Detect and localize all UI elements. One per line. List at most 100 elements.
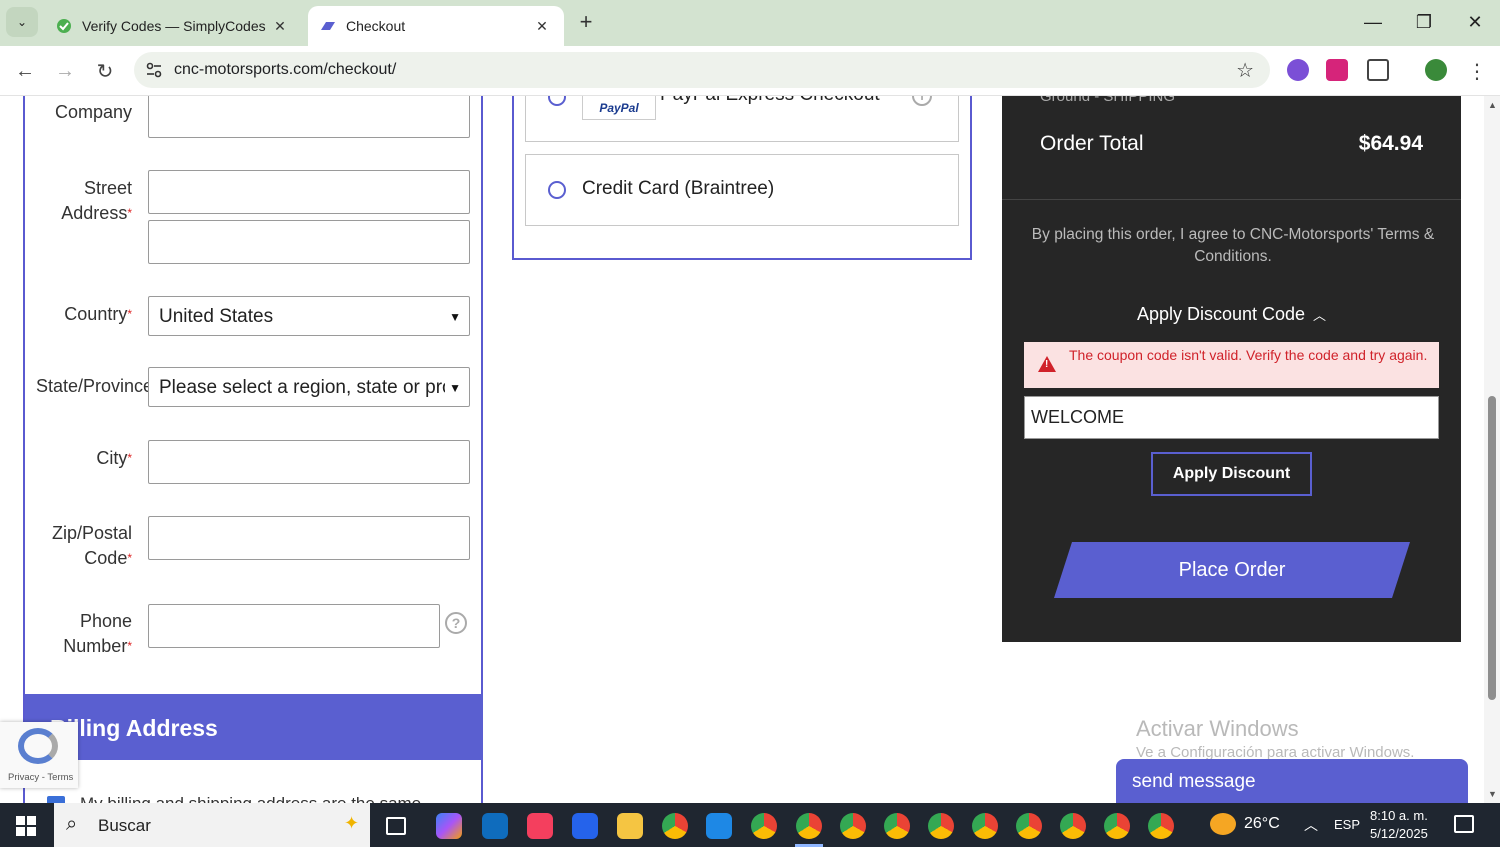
tab-verify-codes[interactable]: Verify Codes — SimplyCodes ✕	[44, 6, 302, 46]
discount-toggle[interactable]: Apply Discount Code ︿	[1002, 304, 1461, 325]
recaptcha-icon	[18, 728, 58, 764]
close-tab-icon[interactable]: ✕	[532, 18, 552, 35]
weather-sun-icon	[1210, 813, 1236, 835]
tab-title: Checkout	[346, 18, 406, 34]
country-select[interactable]: United States ▼	[148, 296, 470, 336]
search-icon: ⌕	[66, 813, 78, 835]
clock-date: 5/12/2025	[1370, 826, 1428, 841]
chrome-profile-e-icon[interactable]	[928, 813, 954, 839]
city-input[interactable]	[148, 440, 470, 484]
copilot-sparkle-icon: ✦	[344, 813, 360, 833]
show-hidden-icons-chevron-icon[interactable]: ︿	[1304, 815, 1318, 835]
chrome-profile-s2-icon[interactable]	[1104, 813, 1130, 839]
close-window-button[interactable]: ✕	[1460, 8, 1490, 36]
scrollbar-thumb[interactable]	[1488, 396, 1496, 700]
shipping-method: Ground - SHIPPING	[1040, 96, 1176, 105]
windows-activation-watermark: Activar Windows Ve a Configuración para …	[1136, 716, 1414, 761]
extension-shield-icon[interactable]	[1326, 59, 1348, 81]
same-address-checkbox[interactable]	[47, 796, 65, 803]
address-bar[interactable]: cnc-motorsports.com/checkout/ ☆	[134, 52, 1270, 88]
input-language[interactable]: ESP	[1334, 817, 1360, 832]
vscode-app-icon[interactable]	[706, 813, 732, 839]
chrome-profile-d-icon[interactable]	[1148, 813, 1174, 839]
order-total-value: $64.94	[1358, 132, 1423, 155]
zip-label: Zip/Postal Code*	[51, 523, 132, 568]
tab-strip: ⌄ Verify Codes — SimplyCodes ✕ Checkout …	[0, 0, 1500, 46]
company-input[interactable]	[148, 96, 470, 138]
extension-purple-icon[interactable]	[1287, 59, 1309, 81]
windows-taskbar: ⌕ Buscar ✦ 26°C ︿ ESP 8:10 a. m. 5/12/20…	[0, 803, 1500, 847]
bookmark-star-icon[interactable]: ☆	[1236, 58, 1254, 83]
credit-card-radio[interactable]	[548, 181, 566, 199]
phone-input[interactable]	[148, 604, 440, 648]
apply-discount-button[interactable]: Apply Discount	[1151, 452, 1312, 496]
checkout-page: Company Street Address* Country* United S…	[0, 96, 1500, 803]
chrome-app-icon[interactable]	[662, 813, 688, 839]
close-tab-icon[interactable]: ✕	[270, 18, 290, 35]
scroll-down-arrow-icon[interactable]: ▼	[1488, 789, 1497, 799]
copilot-app-icon[interactable]	[436, 813, 462, 839]
system-clock[interactable]: 8:10 a. m. 5/12/2025	[1370, 807, 1428, 843]
task-view-icon[interactable]	[386, 817, 406, 835]
notifications-icon[interactable]	[1454, 815, 1474, 833]
country-label: Country*	[64, 304, 132, 324]
recaptcha-badge[interactable]: Privacy - Terms	[0, 722, 78, 788]
tab-checkout[interactable]: Checkout ✕	[308, 6, 564, 46]
chrome-profile-c-icon[interactable]	[840, 813, 866, 839]
order-summary-panel: Ground - SHIPPING Order Total $64.94 By …	[1002, 96, 1461, 642]
back-button[interactable]: ←	[10, 56, 40, 86]
recaptcha-links[interactable]: Privacy - Terms	[8, 772, 73, 783]
weather-widget[interactable]: 26°C	[1210, 813, 1280, 835]
tab-search-button[interactable]: ⌄	[6, 7, 38, 37]
error-text: The coupon code isn't valid. Verify the …	[1069, 347, 1428, 363]
cnc-favicon-icon	[321, 22, 335, 30]
reload-button[interactable]: ↻	[90, 56, 120, 86]
phone-label: Phone Number*	[63, 611, 132, 656]
new-tab-button[interactable]: +	[574, 10, 598, 34]
search-placeholder: Buscar	[98, 816, 151, 835]
windows-start-icon[interactable]	[16, 816, 36, 836]
clock-time: 8:10 a. m.	[1370, 808, 1428, 823]
watermark-title: Activar Windows	[1136, 716, 1299, 741]
zip-input[interactable]	[148, 516, 470, 560]
extensions-puzzle-icon[interactable]	[1367, 59, 1389, 81]
street-address-line1-input[interactable]	[148, 170, 470, 214]
tab-title: Verify Codes — SimplyCodes	[82, 18, 266, 34]
temperature: 26°C	[1244, 815, 1280, 832]
simplycodes-favicon-icon	[57, 19, 71, 33]
taskbar-search-box[interactable]: ⌕ Buscar ✦	[54, 803, 370, 847]
state-label: State/Province	[36, 376, 150, 396]
browser-toolbar: ← → ↻ cnc-motorsports.com/checkout/ ☆ ⋮	[0, 46, 1500, 96]
state-select[interactable]: Please select a region, state or provinc…	[148, 367, 470, 407]
place-order-button[interactable]: Place Order	[1054, 542, 1410, 598]
help-question-icon[interactable]: ?	[445, 612, 467, 634]
chrome-profile-r-icon[interactable]	[972, 813, 998, 839]
same-address-label: My billing and shipping address are the …	[80, 794, 421, 803]
street-address-line2-input[interactable]	[148, 220, 470, 264]
chrome-profile-r2-icon[interactable]	[1060, 813, 1086, 839]
paypal-label: PayPal Express Checkout	[660, 96, 880, 106]
coupon-code-input[interactable]: WELCOME	[1024, 396, 1439, 439]
site-settings-icon[interactable]	[144, 60, 164, 80]
credit-card-label: Credit Card (Braintree)	[582, 178, 775, 199]
outlook-app-icon[interactable]	[482, 813, 508, 839]
chrome-profile-i-icon[interactable]	[1016, 813, 1042, 839]
music-app-icon[interactable]	[527, 813, 553, 839]
store-app-icon[interactable]	[572, 813, 598, 839]
browser-menu-icon[interactable]: ⋮	[1462, 56, 1492, 86]
page-scrollbar[interactable]: ▲ ▼	[1484, 96, 1500, 803]
restore-button[interactable]: ❐	[1409, 8, 1439, 36]
city-label: City*	[96, 448, 132, 468]
file-explorer-icon[interactable]	[617, 813, 643, 839]
chrome-profile-n-icon[interactable]	[796, 813, 822, 839]
profile-avatar[interactable]	[1425, 59, 1447, 81]
url-text: cnc-motorsports.com/checkout/	[174, 61, 397, 78]
scroll-up-arrow-icon[interactable]: ▲	[1488, 100, 1497, 110]
send-message-chat-button[interactable]: send message	[1116, 759, 1468, 803]
forward-button[interactable]: →	[50, 56, 80, 86]
paypal-logo: PayPal	[582, 96, 656, 120]
minimize-button[interactable]: —	[1358, 8, 1388, 36]
company-label: Company	[54, 102, 132, 122]
chrome-profile-m-icon[interactable]	[884, 813, 910, 839]
chrome-profile-s-icon[interactable]	[751, 813, 777, 839]
